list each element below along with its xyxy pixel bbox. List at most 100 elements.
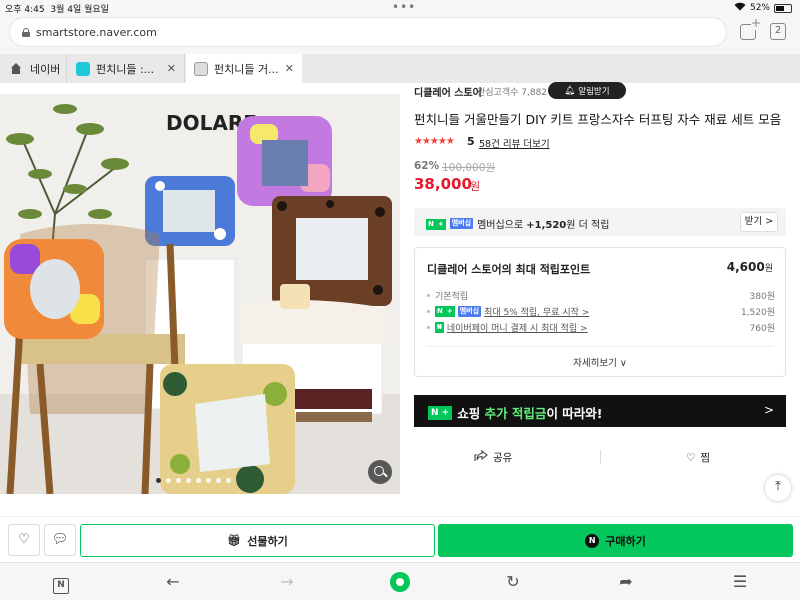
back-arrow-icon[interactable]: ←	[162, 571, 184, 593]
carousel-dot[interactable]	[206, 478, 211, 483]
battery-icon	[774, 3, 792, 13]
product-title: 펀치니들 거울만들기 DIY 키트 프랑스자수 터프팅 자수 재료 세트 모음	[414, 112, 782, 127]
heart-icon: ♡	[686, 451, 696, 464]
url-text: smartstore.naver.com	[36, 25, 157, 39]
gift-icon: 🎁︎	[227, 534, 242, 547]
store-name[interactable]: 디클레어 스토어	[414, 84, 482, 99]
address-bar-area: smartstore.naver.com 2	[0, 16, 800, 54]
wish-heart-button[interactable]: ♡	[8, 524, 40, 556]
url-field[interactable]: smartstore.naver.com	[10, 18, 726, 46]
npay-plus-icon: N +	[426, 218, 446, 230]
menu-icon[interactable]: ☰	[729, 571, 751, 593]
membership-badge: 멤버십	[449, 218, 474, 229]
divider	[427, 346, 773, 347]
status-time: 오후 4:45 3월 4일 월요일	[5, 5, 109, 15]
tab-label: 펀치니들 거...	[214, 62, 279, 76]
share-icon	[474, 449, 488, 465]
buy-button[interactable]: N 구매하기	[438, 524, 793, 557]
points-box: 디클레어 스토어의 최대 적립포인트 4,600원 기본적립 380원 N + 멤…	[414, 247, 786, 377]
home-icon	[10, 62, 22, 75]
scroll-to-top-icon[interactable]: ⤒	[765, 475, 791, 501]
naver-icon: N	[53, 578, 69, 594]
tab-punch-needle-2[interactable]: 펀치니들 거... ✕	[186, 54, 302, 83]
close-icon[interactable]: ✕	[167, 62, 176, 75]
multitask-dots[interactable]: •••	[392, 0, 416, 14]
alarm-label: 알림받기	[578, 86, 610, 97]
carousel-dot[interactable]	[176, 478, 181, 483]
points-row-basic: 기본적립 380원	[427, 289, 775, 303]
carousel-dot[interactable]	[156, 478, 161, 483]
npay-plus-icon: N +	[435, 306, 455, 317]
membership-badge: 멤버십	[457, 306, 482, 317]
gift-button[interactable]: 🎁︎ 선물하기	[80, 524, 435, 557]
points-row-value: 1,520원	[740, 308, 775, 318]
tab-label: 펀치니들 :...	[96, 62, 155, 76]
points-row-value: 760원	[749, 324, 775, 334]
price-unit: 원	[470, 180, 481, 193]
chevron-right-icon: >	[763, 403, 774, 417]
share-button[interactable]: 공유	[474, 449, 512, 465]
alarm-button[interactable]: 🔔︎ 알림받기	[548, 82, 626, 99]
share-icon[interactable]: ➦	[615, 571, 637, 593]
wifi-icon	[734, 2, 746, 14]
sale-price: 38,000	[414, 175, 472, 193]
product-photo-illustration: DOLARE	[0, 94, 400, 494]
points-row-label: 네이버페이 머니 결제 시 최대 적립 >	[446, 324, 588, 334]
bell-icon: 🔔︎	[564, 85, 576, 96]
smartstore-favicon-icon	[76, 61, 90, 76]
carousel-dot[interactable]	[216, 478, 221, 483]
membership-text: 멤버십으로 +1,520원 더 적립	[477, 220, 610, 231]
points-total: 4,600원	[726, 260, 773, 274]
forward-arrow-icon[interactable]: →	[276, 571, 298, 593]
divider	[600, 450, 601, 464]
store-favicon-icon	[194, 61, 208, 76]
rating-value: 5	[467, 135, 475, 148]
purchase-bar: ♡ 💬︎ 🎁︎ 선물하기 N 구매하기	[0, 516, 800, 562]
membership-box: N + 멤버십 멤버십으로 +1,520원 더 적립 받기 >	[414, 208, 786, 236]
carousel-dot[interactable]	[226, 478, 231, 483]
chat-bubble-icon: 💬︎	[51, 532, 69, 547]
wish-button[interactable]: ♡ 찜	[686, 450, 710, 465]
receive-button[interactable]: 받기 >	[740, 212, 778, 232]
promo-text: 쇼핑 추가 적립금이 따라와!	[457, 406, 603, 421]
points-row-npay-money[interactable]: ₦ 네이버페이 머니 결제 시 최대 적립 > 760원	[427, 321, 775, 335]
npay-icon: N	[585, 533, 600, 548]
new-tab-icon[interactable]	[740, 16, 761, 40]
status-bar: 오후 4:45 3월 4일 월요일 ••• 52%	[0, 0, 800, 16]
tab-strip: 네이버 펀치니들 :... ✕ 펀치니들 거... ✕	[0, 54, 800, 83]
battery-percent: 52%	[749, 3, 770, 13]
carousel-dot[interactable]	[166, 478, 171, 483]
reload-icon[interactable]: ↻	[502, 571, 524, 593]
discount-rate: 62%	[414, 160, 440, 172]
npay-plus-icon: N +	[428, 405, 453, 420]
close-icon[interactable]: ✕	[285, 62, 294, 75]
product-image[interactable]: DOLARE	[0, 94, 400, 494]
points-row-value: 380원	[749, 292, 775, 302]
details-toggle[interactable]: 자세히보기 ∨	[415, 355, 785, 369]
zoom-icon[interactable]	[368, 460, 392, 484]
heart-icon: ♡	[18, 532, 30, 547]
shopping-promo-banner[interactable]: N + 쇼핑 추가 적립금이 따라와! >	[414, 395, 786, 427]
browser-toolbar: N ← → ↻ ➦ ☰	[0, 562, 800, 600]
carousel-dots[interactable]	[156, 478, 231, 483]
star-rating-icon: ★★★★★	[414, 136, 455, 147]
points-row-label: 기본적립	[435, 292, 469, 302]
points-row-membership[interactable]: N + 멤버십 최대 5% 적립, 무료 시작 > 1,520원	[427, 305, 775, 319]
lock-icon	[22, 27, 30, 37]
carousel-dot[interactable]	[196, 478, 201, 483]
npay-icon: ₦	[435, 322, 444, 333]
tab-punch-needle-1[interactable]: 펀치니들 :... ✕	[68, 54, 185, 83]
tab-label: 네이버	[30, 62, 61, 76]
talk-button[interactable]: 💬︎	[44, 524, 76, 556]
points-title: 디클레어 스토어의 최대 적립포인트	[427, 263, 591, 276]
green-dot-icon[interactable]	[389, 571, 411, 593]
naver-home-button[interactable]: N	[50, 571, 72, 594]
tab-naver[interactable]: 네이버	[0, 54, 67, 83]
tab-count-button[interactable]: 2	[770, 23, 786, 40]
carousel-dot[interactable]	[186, 478, 191, 483]
points-row-label: 최대 5% 적립, 무료 시작 >	[484, 308, 590, 318]
original-price: 100,000원	[442, 162, 496, 174]
reviews-link[interactable]: 58건 리뷰 더보기	[479, 136, 550, 150]
status-right: 52%	[734, 2, 792, 14]
share-wish-row: 공유 ♡ 찜	[414, 442, 786, 472]
